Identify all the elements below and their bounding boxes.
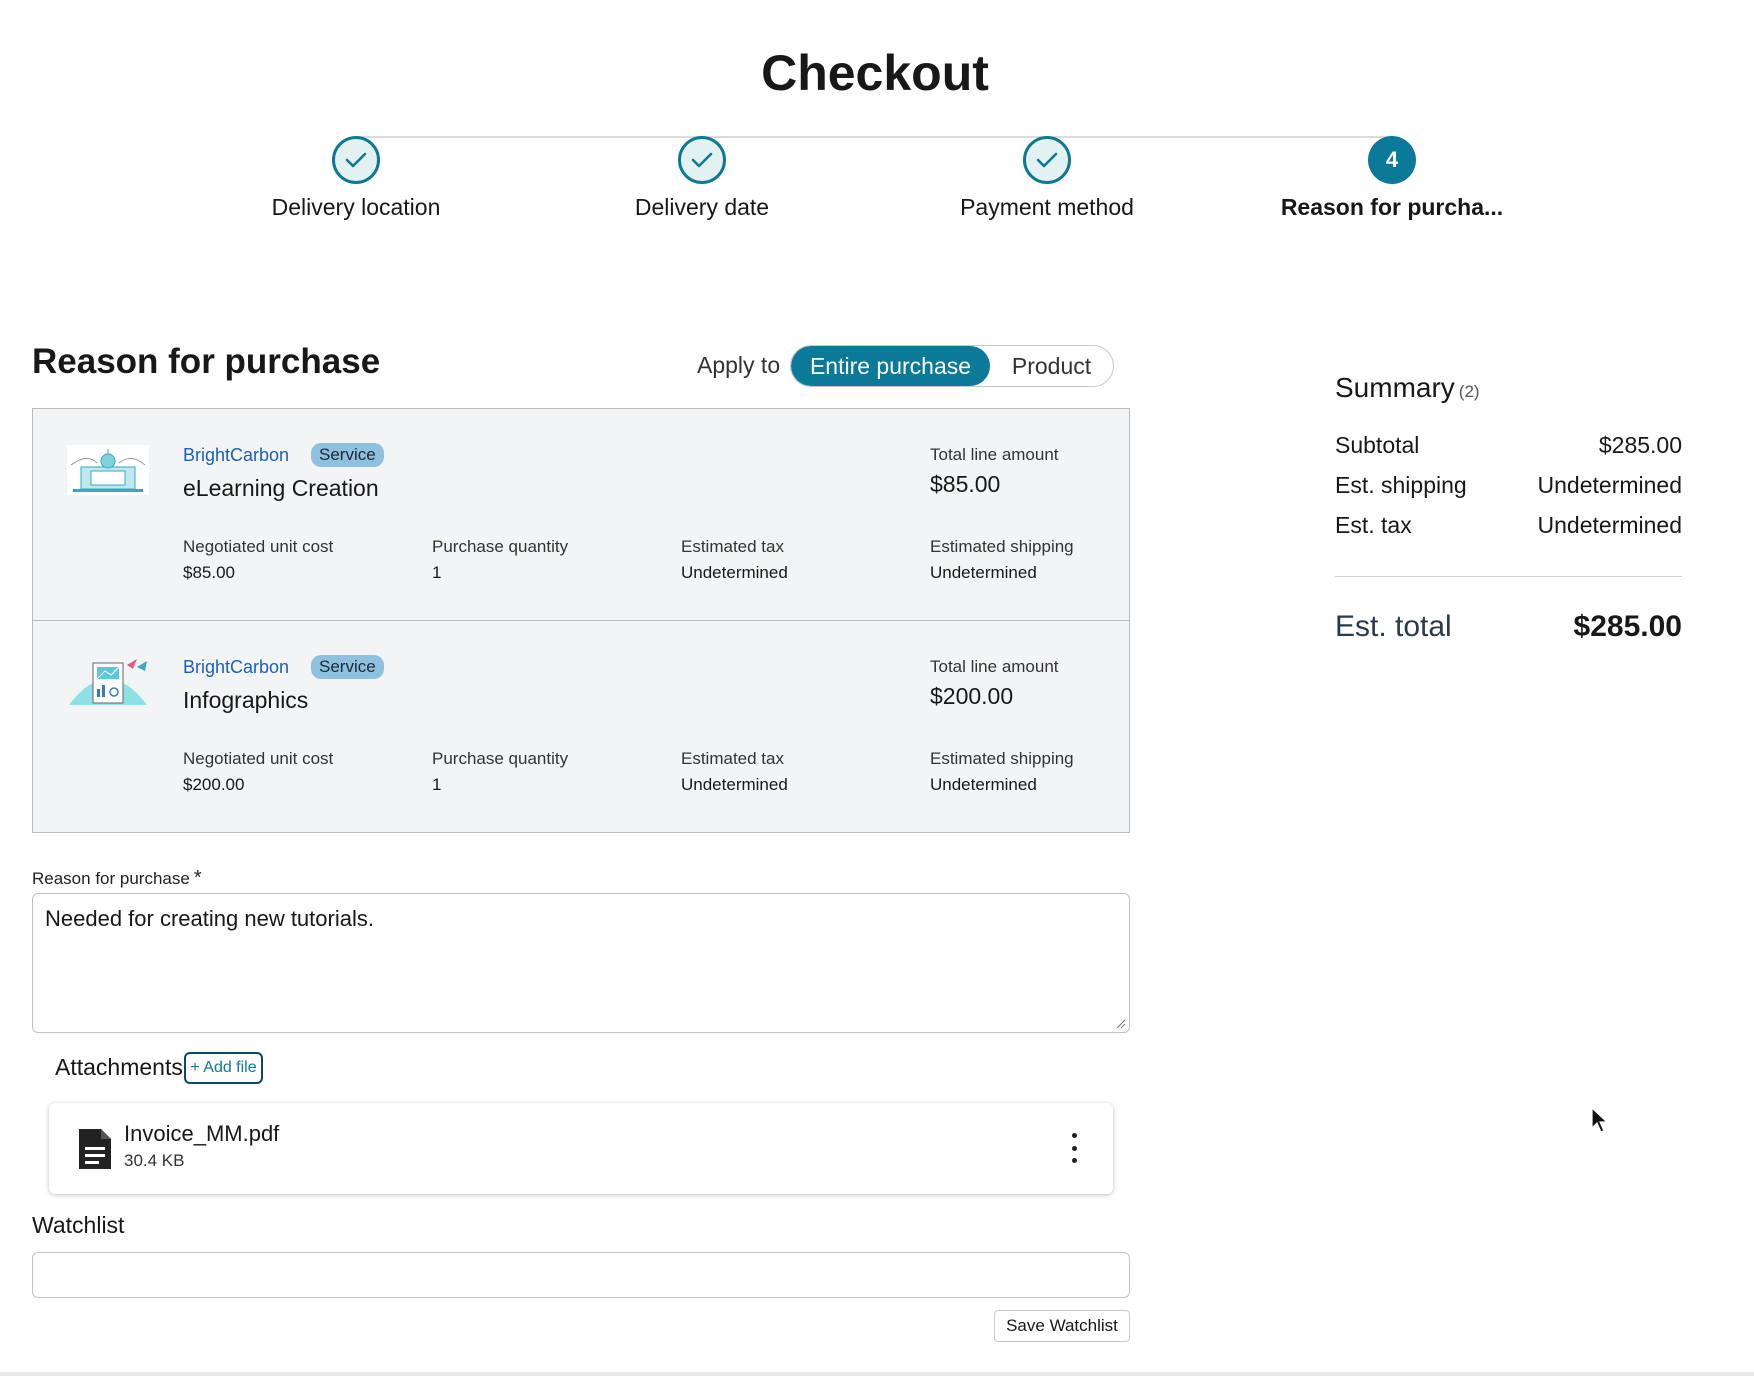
- unit-cost-label: Negotiated unit cost: [183, 749, 334, 768]
- step-label: Delivery location: [271, 194, 441, 220]
- step-complete-indicator: [678, 136, 726, 184]
- items-panel: BrightCarbon Service eLearning Creation …: [32, 408, 1130, 833]
- est-total-value: $285.00: [1573, 610, 1682, 643]
- watchlist-input[interactable]: [32, 1252, 1130, 1298]
- add-file-button[interactable]: + Add file: [184, 1052, 263, 1084]
- infographics-thumbnail: [67, 657, 149, 707]
- step-complete-indicator: [332, 136, 380, 184]
- step-complete-indicator: [1023, 136, 1071, 184]
- elearning-thumbnail: [67, 445, 149, 495]
- shipping-value: Undetermined: [930, 775, 1037, 794]
- apply-to-label: Apply to: [697, 352, 781, 378]
- summary-divider: [1335, 576, 1682, 577]
- save-watchlist-button[interactable]: Save Watchlist: [994, 1310, 1130, 1342]
- step-label: Reason for purcha...: [1280, 194, 1504, 220]
- line-item: BrightCarbon Service Infographics Total …: [33, 620, 1129, 831]
- attachments-label: Attachments: [55, 1054, 183, 1080]
- check-icon: [1036, 152, 1058, 168]
- total-line-value: $85.00: [930, 471, 1001, 497]
- section-title: Reason for purchase: [32, 342, 381, 381]
- required-asterisk: *: [193, 867, 202, 889]
- reason-textarea[interactable]: Needed for creating new tutorials.: [32, 893, 1130, 1033]
- item-name: Infographics: [183, 687, 309, 713]
- step-delivery-location[interactable]: Delivery location: [206, 136, 506, 221]
- more-vertical-icon[interactable]: [1069, 1133, 1079, 1163]
- total-line-value: $200.00: [930, 683, 1014, 709]
- step-label: Payment method: [960, 194, 1134, 220]
- step-label: Delivery date: [634, 194, 770, 220]
- summary-title: Summary (2): [1335, 372, 1480, 404]
- watchlist-label: Watchlist: [32, 1212, 125, 1238]
- toggle-product[interactable]: Product: [990, 346, 1113, 386]
- shipping-value: Undetermined: [930, 563, 1037, 582]
- total-line-label: Total line amount: [930, 657, 1059, 676]
- reason-field-label-text: Reason for purchase: [32, 869, 190, 888]
- shipping-label: Est. shipping: [1335, 472, 1467, 498]
- line-item: BrightCarbon Service eLearning Creation …: [33, 409, 1129, 620]
- tax-label: Est. tax: [1335, 512, 1412, 538]
- attachment-file-size: 30.4 KB: [124, 1151, 185, 1170]
- summary-title-text: Summary: [1335, 372, 1455, 403]
- subtotal-value: $285.00: [1598, 432, 1682, 458]
- step-delivery-date[interactable]: Delivery date: [552, 136, 852, 221]
- unit-cost-label: Negotiated unit cost: [183, 537, 334, 556]
- summary-total-row: Est. total $285.00: [1335, 610, 1682, 644]
- check-icon: [345, 152, 367, 168]
- tax-value: Undetermined: [681, 563, 788, 582]
- summary-item-count: (2): [1458, 382, 1480, 401]
- reason-field-label: Reason for purchase *: [32, 867, 202, 890]
- tax-value: Undetermined: [1537, 512, 1682, 538]
- mouse-cursor: [1591, 1106, 1609, 1133]
- quantity-value: 1: [432, 563, 442, 582]
- quantity-label: Purchase quantity: [432, 537, 569, 556]
- tax-label: Estimated tax: [681, 749, 784, 768]
- est-total-label: Est. total: [1335, 610, 1452, 643]
- apply-to-toggle: Entire purchase Product: [790, 345, 1114, 387]
- tax-value: Undetermined: [681, 775, 788, 794]
- attachment-card: Invoice_MM.pdf 30.4 KB: [49, 1103, 1113, 1194]
- summary-tax-row: Est. tax Undetermined: [1335, 512, 1682, 539]
- shipping-label: Estimated shipping: [930, 537, 1074, 556]
- quantity-label: Purchase quantity: [432, 749, 569, 768]
- vendor-link[interactable]: BrightCarbon: [183, 445, 289, 466]
- bottom-divider: [0, 1372, 1754, 1376]
- step-reason-for-purchase[interactable]: 4 Reason for purcha...: [1242, 136, 1542, 221]
- unit-cost-value: $85.00: [183, 563, 235, 582]
- step-current-indicator: 4: [1368, 136, 1416, 184]
- summary-subtotal-row: Subtotal $285.00: [1335, 432, 1682, 459]
- service-badge: Service: [311, 655, 384, 679]
- shipping-label: Estimated shipping: [930, 749, 1074, 768]
- page-title: Checkout: [761, 45, 989, 101]
- item-name: eLearning Creation: [183, 475, 379, 501]
- document-icon: [79, 1129, 111, 1169]
- resize-handle-icon[interactable]: [1116, 1019, 1126, 1029]
- tax-label: Estimated tax: [681, 537, 784, 556]
- vendor-link[interactable]: BrightCarbon: [183, 657, 289, 678]
- step-payment-method[interactable]: Payment method: [897, 136, 1197, 221]
- attachment-file-name[interactable]: Invoice_MM.pdf: [124, 1121, 279, 1147]
- total-line-label: Total line amount: [930, 445, 1059, 464]
- reason-textarea-value: Needed for creating new tutorials.: [45, 906, 374, 931]
- summary-shipping-row: Est. shipping Undetermined: [1335, 472, 1682, 499]
- stepper-track: [355, 136, 1393, 138]
- quantity-value: 1: [432, 775, 442, 794]
- subtotal-label: Subtotal: [1335, 432, 1420, 458]
- unit-cost-value: $200.00: [183, 775, 245, 794]
- toggle-entire-purchase[interactable]: Entire purchase: [791, 346, 990, 386]
- service-badge: Service: [311, 443, 384, 467]
- shipping-value: Undetermined: [1537, 472, 1682, 498]
- check-icon: [691, 152, 713, 168]
